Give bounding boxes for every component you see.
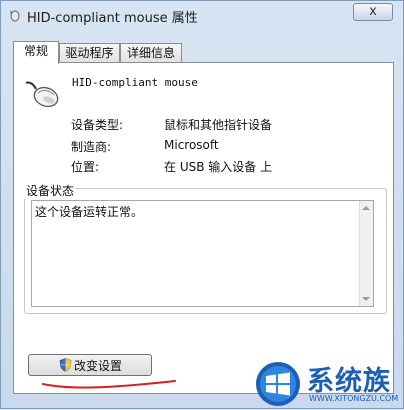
- close-icon: x: [369, 4, 377, 19]
- watermark-brand: 系统族: [307, 366, 391, 397]
- location-value: 在 USB 输入设备 上: [164, 160, 273, 174]
- status-scrollbar[interactable]: [359, 201, 373, 306]
- tab-driver[interactable]: 驱动程序: [59, 43, 120, 63]
- close-button[interactable]: x: [353, 3, 393, 21]
- manufacturer-value: Microsoft: [164, 138, 219, 152]
- device-type-value: 鼠标和其他指针设备: [164, 118, 273, 132]
- watermark-url: WWW.XITONGZU.COM: [309, 394, 399, 403]
- title-bar: HID-compliant mouse 属性 x: [1, 1, 403, 31]
- windows-logo-icon: [256, 362, 300, 406]
- manufacturer-label: 制造商:: [71, 140, 112, 154]
- change-settings-label: 改变设置: [74, 359, 123, 373]
- shield-icon: [59, 358, 72, 372]
- watermark: 系统族 WWW.XITONGZU.COM: [255, 357, 404, 410]
- general-tab-panel: HID-compliant mouse 设备类型: 鼠标和其他指针设备 制造商:…: [13, 62, 394, 394]
- scroll-up-icon[interactable]: [362, 206, 370, 210]
- mouse-icon: [25, 81, 59, 108]
- device-status-textbox[interactable]: 这个设备运转正常。: [31, 200, 374, 307]
- device-type-label: 设备类型:: [71, 118, 124, 132]
- mouse-title-icon: [10, 10, 20, 22]
- tab-details[interactable]: 详细信息: [120, 43, 182, 63]
- device-status-text: 这个设备运转正常。: [35, 205, 144, 219]
- properties-window: HID-compliant mouse 属性 x 常规 驱动程序 详细信息 HI…: [0, 0, 404, 409]
- scroll-down-icon[interactable]: [362, 297, 370, 301]
- device-name: HID-compliant mouse: [72, 76, 198, 89]
- device-status-group: 这个设备运转正常。: [24, 188, 387, 314]
- location-label: 位置:: [71, 160, 100, 174]
- device-status-legend: 设备状态: [24, 182, 77, 199]
- window-title: HID-compliant mouse 属性: [27, 11, 198, 26]
- red-annotation-underline: [42, 380, 176, 389]
- tab-general[interactable]: 常规: [13, 41, 59, 64]
- change-settings-button[interactable]: 改变设置: [28, 354, 152, 376]
